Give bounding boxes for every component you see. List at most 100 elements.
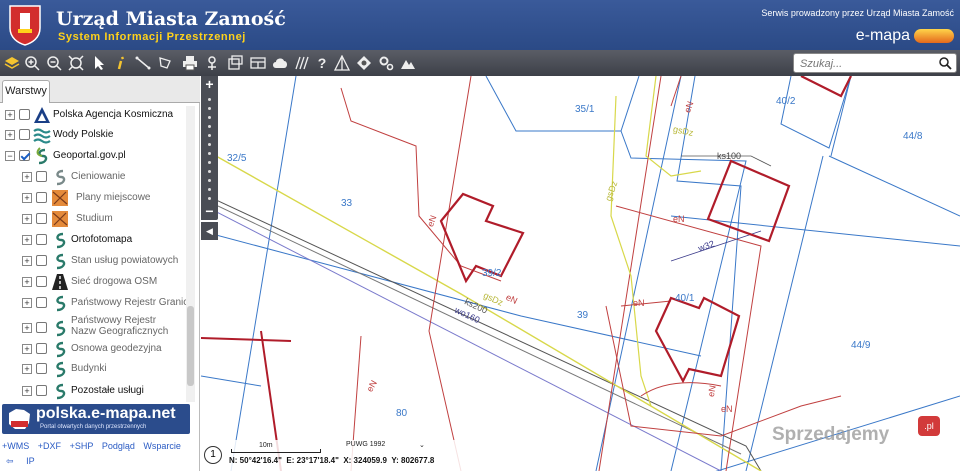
zoom-level-dot[interactable]	[208, 170, 211, 173]
layer-checkbox[interactable]	[36, 385, 47, 396]
info-icon[interactable]	[111, 53, 131, 73]
zoom-level-dot[interactable]	[208, 152, 211, 155]
full-extent-icon[interactable]	[66, 53, 86, 73]
layer-item[interactable]: + Państwowy Rejestr Granic	[0, 294, 190, 314]
expand-toggle[interactable]: +	[22, 364, 32, 374]
layer-checkbox[interactable]	[36, 213, 47, 224]
layer-checkbox[interactable]	[36, 322, 47, 333]
tools-icon[interactable]	[354, 53, 374, 73]
settings-icon[interactable]	[376, 53, 396, 73]
zoom-level-dot[interactable]	[208, 107, 211, 110]
zoom-level-dot[interactable]	[208, 179, 211, 182]
zoom-level-dot[interactable]	[208, 98, 211, 101]
collapse-toggle[interactable]: −	[5, 151, 15, 161]
layer-item[interactable]: + Ortofotomapa	[0, 231, 190, 251]
expand-toggle[interactable]: +	[22, 277, 32, 287]
zoom-minus-icon[interactable]: −	[201, 204, 218, 219]
coordinates-readout: N: 50°42'16.4" E: 23°17'18.4" X: 324059.…	[229, 456, 434, 465]
layer-item[interactable]: + Polska Agencja Kosmiczna	[0, 106, 190, 126]
expand-toggle[interactable]: +	[5, 110, 15, 120]
x-value: X: 324059.9	[343, 456, 387, 465]
expand-toggle[interactable]: +	[22, 193, 32, 203]
crs-select[interactable]: PUWG 1992	[346, 441, 385, 448]
expand-toggle[interactable]: +	[22, 323, 32, 333]
search-input[interactable]	[800, 56, 930, 71]
ip-link[interactable]: IP	[26, 456, 35, 466]
layer-item[interactable]: + Studium	[0, 210, 190, 230]
expand-toggle[interactable]: +	[22, 235, 32, 245]
brand-logo[interactable]: e-mapa	[856, 26, 954, 46]
layer-item[interactable]: + Sieć drogowa OSM	[0, 273, 190, 293]
tab-layers[interactable]: Warstwy	[2, 80, 50, 103]
plot-label: 40/1	[675, 293, 695, 304]
layer-checkbox[interactable]	[36, 343, 47, 354]
zoom-level-dot[interactable]	[208, 134, 211, 137]
preview-link[interactable]: Podgląd	[102, 441, 135, 451]
zoom-level-dot[interactable]	[208, 125, 211, 128]
search-box[interactable]	[793, 53, 957, 73]
expand-toggle[interactable]: +	[22, 256, 32, 266]
zoom-level-dot[interactable]	[208, 188, 211, 191]
utility-label: eN	[673, 214, 685, 224]
layer-item[interactable]: + Plany miejscowe	[0, 189, 190, 209]
layer-item[interactable]: + Cieniowanie	[0, 168, 190, 188]
cloud-icon[interactable]	[270, 53, 290, 73]
search-icon[interactable]	[938, 56, 952, 70]
layer-checkbox[interactable]	[36, 171, 47, 182]
expand-toggle[interactable]: +	[22, 298, 32, 308]
layer-item[interactable]: + Budynki	[0, 360, 190, 380]
layer-item[interactable]: + Stan usług powiatowych	[0, 252, 190, 272]
select-pointer-icon[interactable]	[89, 53, 109, 73]
layer-item[interactable]: − Geoportal.gov.pl	[0, 147, 190, 167]
scrollbar-thumb[interactable]	[187, 306, 194, 386]
chevron-down-icon[interactable]: ⌄	[419, 441, 425, 449]
info-button[interactable]: 1	[204, 446, 222, 464]
shp-link[interactable]: +SHP	[70, 441, 94, 451]
measure-area-icon[interactable]	[155, 53, 175, 73]
pin-icon[interactable]	[202, 53, 222, 73]
layer-checkbox[interactable]	[36, 276, 47, 287]
layers-icon[interactable]	[2, 53, 22, 73]
expand-toggle[interactable]: +	[5, 130, 15, 140]
help-icon[interactable]: ?	[312, 53, 332, 73]
map-canvas[interactable]: 35/1 40/2 44/8 32/5 33 39/2 39 40/1 44/9…	[201, 76, 960, 471]
layer-item[interactable]: + Osnowa geodezyjna	[0, 340, 190, 360]
expand-toggle[interactable]: +	[22, 214, 32, 224]
layer-checkbox[interactable]	[19, 129, 30, 140]
export-icon[interactable]	[225, 53, 245, 73]
geoportal-icon	[36, 147, 48, 165]
zoom-plus-icon[interactable]: +	[201, 77, 218, 92]
zoom-slider[interactable]: + −	[201, 76, 218, 220]
layer-checkbox[interactable]	[36, 297, 47, 308]
zoom-out-icon[interactable]	[44, 53, 64, 73]
zoom-level-dot[interactable]	[208, 116, 211, 119]
collapse-panel-icon[interactable]: ◀	[201, 222, 218, 240]
measure-line-icon[interactable]	[133, 53, 153, 73]
zoom-level-dot[interactable]	[208, 161, 211, 164]
layer-checkbox[interactable]	[36, 234, 47, 245]
expand-toggle[interactable]: +	[22, 386, 32, 396]
layer-list-scrollbar[interactable]	[186, 106, 195, 402]
dxf-link[interactable]: +DXF	[38, 441, 61, 451]
layer-checkbox[interactable]	[36, 192, 47, 203]
layer-label: Studium	[76, 213, 113, 224]
zoom-in-icon[interactable]	[22, 53, 42, 73]
zoom-level-dot[interactable]	[208, 197, 211, 200]
terrain-icon[interactable]	[398, 53, 418, 73]
layer-checkbox[interactable]	[36, 363, 47, 374]
expand-toggle[interactable]: +	[22, 344, 32, 354]
portal-banner[interactable]: polska.e-mapa.net Portal otwartych danyc…	[2, 404, 190, 434]
print-icon[interactable]	[180, 53, 200, 73]
layout-icon[interactable]	[248, 53, 268, 73]
layer-item[interactable]: + Pozostałe usługi	[0, 382, 190, 402]
profile-icon[interactable]	[332, 53, 352, 73]
layer-item[interactable]: + Wody Polskie	[0, 126, 190, 146]
layer-checkbox[interactable]	[36, 255, 47, 266]
hatch-icon[interactable]	[292, 53, 312, 73]
expand-toggle[interactable]: +	[22, 172, 32, 182]
layer-checkbox[interactable]	[19, 109, 30, 120]
support-link[interactable]: Wsparcie	[143, 441, 181, 451]
layer-checkbox[interactable]	[19, 150, 30, 161]
zoom-level-dot[interactable]	[208, 143, 211, 146]
wms-link[interactable]: +WMS	[2, 441, 29, 451]
